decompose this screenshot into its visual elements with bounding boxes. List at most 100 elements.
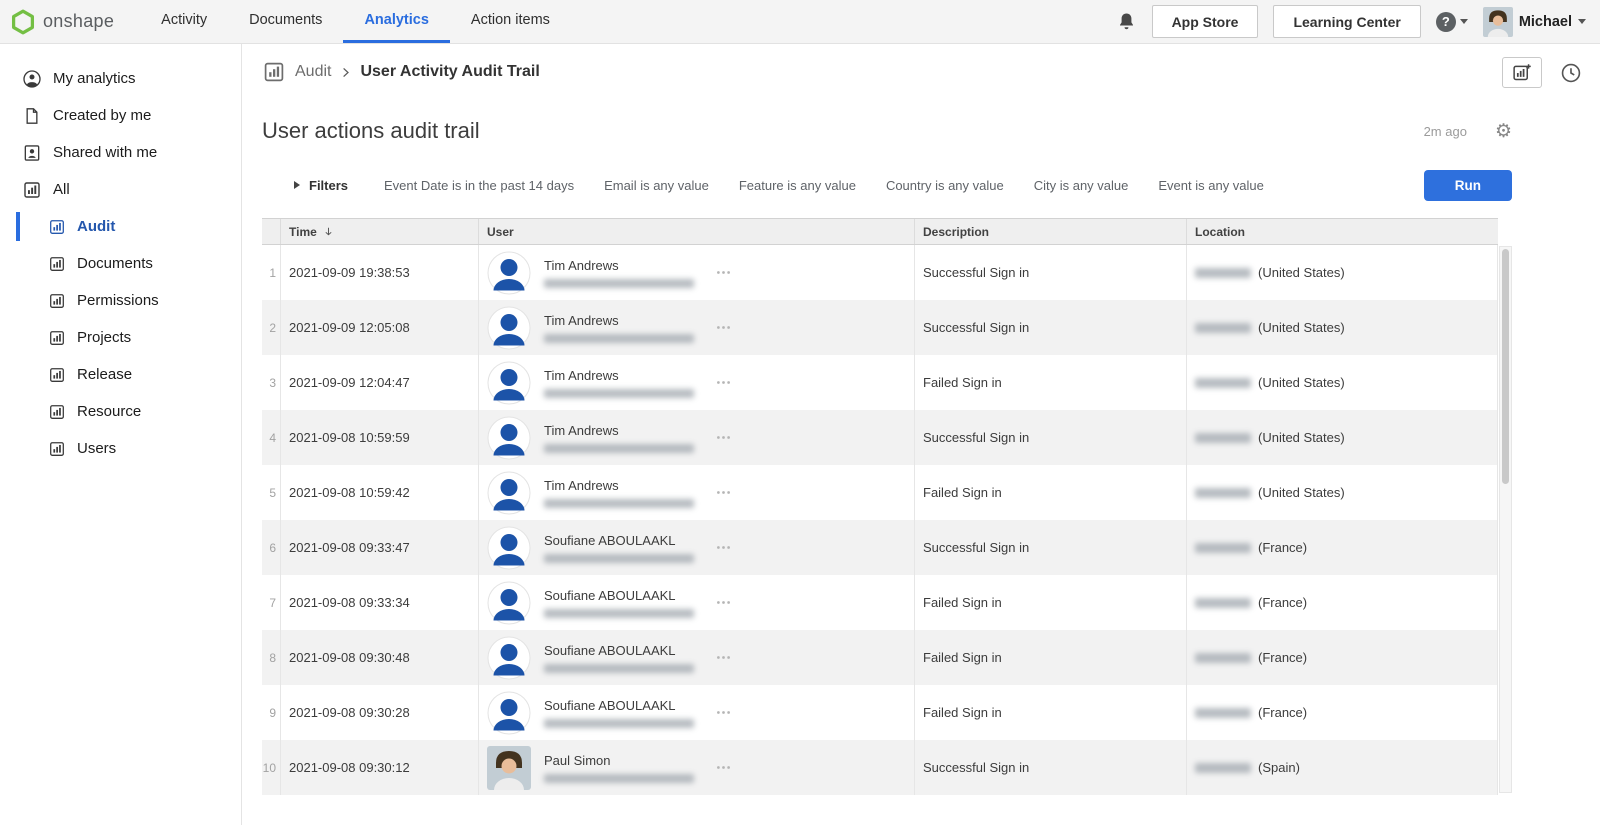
breadcrumb-actions [1502, 57, 1582, 88]
user-name: Soufiane ABOULAAKL [544, 533, 694, 548]
analytics-chart-icon [22, 180, 42, 200]
onshape-logo[interactable]: onshape [10, 9, 114, 35]
sidebar-item-all[interactable]: All [0, 171, 241, 208]
redacted-city [1195, 268, 1251, 278]
scrollbar-thumb[interactable] [1502, 249, 1509, 484]
redacted-city [1195, 708, 1251, 718]
row-number: 5 [262, 465, 280, 520]
cell-description: Failed Sign in [914, 630, 1186, 685]
table-row[interactable]: 3 2021-09-09 12:04:47 Tim Andrews Failed… [262, 355, 1498, 410]
more-options-icon[interactable] [715, 539, 732, 556]
cell-location: (United States) [1186, 355, 1498, 410]
sidebar-item-release[interactable]: Release [0, 356, 241, 393]
cell-description: Failed Sign in [914, 465, 1186, 520]
redacted-email [544, 609, 694, 618]
redacted-city [1195, 653, 1251, 663]
table-scrollbar[interactable] [1499, 246, 1512, 793]
row-number: 7 [262, 575, 280, 630]
column-time[interactable]: Time [280, 219, 478, 244]
help-menu[interactable]: ? [1436, 12, 1468, 32]
sidebar-item-created-by-me[interactable]: Created by me [0, 97, 241, 134]
learning-center-button[interactable]: Learning Center [1273, 5, 1420, 38]
nav-analytics[interactable]: Analytics [343, 0, 449, 43]
table-row[interactable]: 7 2021-09-08 09:33:34 Soufiane ABOULAAKL… [262, 575, 1498, 630]
breadcrumb-parent[interactable]: Audit [295, 63, 331, 81]
more-options-icon[interactable] [715, 429, 732, 446]
more-options-icon[interactable] [715, 374, 732, 391]
table-header: Time User Description Location [262, 218, 1498, 245]
history-clock-icon[interactable] [1559, 61, 1582, 84]
chevron-down-icon [1578, 19, 1586, 24]
user-name: Tim Andrews [544, 368, 694, 383]
nav-activity[interactable]: Activity [140, 0, 228, 43]
more-options-icon[interactable] [715, 649, 732, 666]
cell-time: 2021-09-08 09:33:34 [280, 575, 478, 630]
user-name: Tim Andrews [544, 478, 694, 493]
nav-documents[interactable]: Documents [228, 0, 343, 43]
location-country: (France) [1258, 650, 1307, 665]
breadcrumb-current: User Activity Audit Trail [360, 63, 539, 81]
more-options-icon[interactable] [715, 594, 732, 611]
filter-email[interactable]: Email is any value [604, 178, 709, 193]
user-menu[interactable]: Michael [1483, 7, 1586, 37]
more-options-icon[interactable] [715, 264, 732, 281]
sidebar-item-audit[interactable]: Audit [0, 208, 241, 245]
notifications-bell-icon[interactable] [1116, 11, 1137, 32]
table-row[interactable]: 5 2021-09-08 10:59:42 Tim Andrews Failed… [262, 465, 1498, 520]
sidebar-item-documents[interactable]: Documents [0, 245, 241, 282]
user-avatar [487, 361, 531, 405]
user-meta: Soufiane ABOULAAKL [544, 698, 694, 728]
redacted-city [1195, 488, 1251, 498]
column-location[interactable]: Location [1186, 219, 1498, 244]
cell-location: (France) [1186, 685, 1498, 740]
sidebar-item-projects[interactable]: Projects [0, 319, 241, 356]
filter-country[interactable]: Country is any value [886, 178, 1004, 193]
sidebar-item-resource[interactable]: Resource [0, 393, 241, 430]
cell-user: Soufiane ABOULAAKL [478, 575, 914, 630]
app-store-button[interactable]: App Store [1152, 5, 1259, 38]
filter-event-date[interactable]: Event Date is in the past 14 days [384, 178, 574, 193]
table-row[interactable]: 8 2021-09-08 09:30:48 Soufiane ABOULAAKL… [262, 630, 1498, 685]
nav-action-items[interactable]: Action items [450, 0, 571, 43]
gear-icon[interactable]: ⚙ [1495, 122, 1512, 141]
more-options-icon[interactable] [715, 759, 732, 776]
chevron-right-icon [338, 65, 353, 80]
column-user[interactable]: User [478, 219, 914, 244]
column-description[interactable]: Description [914, 219, 1186, 244]
filter-feature[interactable]: Feature is any value [739, 178, 856, 193]
cell-location: (United States) [1186, 465, 1498, 520]
table-row[interactable]: 9 2021-09-08 09:30:28 Soufiane ABOULAAKL… [262, 685, 1498, 740]
sidebar-item-shared-with-me[interactable]: Shared with me [0, 134, 241, 171]
more-options-icon[interactable] [715, 484, 732, 501]
redacted-email [544, 334, 694, 343]
sidebar-item-my-analytics[interactable]: My analytics [0, 60, 241, 97]
location-country: (United States) [1258, 265, 1345, 280]
column-label: Location [1195, 225, 1245, 239]
analytics-chart-icon [48, 403, 66, 421]
person-circle-icon [22, 69, 42, 89]
redacted-city [1195, 433, 1251, 443]
user-meta: Paul Simon [544, 753, 694, 783]
sidebar-item-users[interactable]: Users [0, 430, 241, 467]
table-row[interactable]: 6 2021-09-08 09:33:47 Soufiane ABOULAAKL… [262, 520, 1498, 575]
username-label: Michael [1519, 14, 1572, 30]
user-avatar [487, 251, 531, 295]
main-nav: Activity Documents Analytics Action item… [140, 0, 571, 43]
column-label: Time [289, 225, 317, 239]
run-button[interactable]: Run [1424, 170, 1512, 201]
table-row[interactable]: 10 2021-09-08 09:30:12 Paul Simon Succes… [262, 740, 1498, 795]
more-options-icon[interactable] [715, 704, 732, 721]
table-row[interactable]: 4 2021-09-08 10:59:59 Tim Andrews Succes… [262, 410, 1498, 465]
user-name: Paul Simon [544, 753, 694, 768]
add-dashboard-button[interactable] [1502, 57, 1542, 88]
filter-city[interactable]: City is any value [1034, 178, 1129, 193]
filter-event[interactable]: Event is any value [1158, 178, 1264, 193]
sidebar-item-permissions[interactable]: Permissions [0, 282, 241, 319]
more-options-icon[interactable] [715, 319, 732, 336]
sidebar-item-label: All [53, 181, 70, 198]
cell-location: (France) [1186, 630, 1498, 685]
user-meta: Tim Andrews [544, 313, 694, 343]
filters-toggle[interactable]: Filters [294, 178, 348, 193]
table-row[interactable]: 2 2021-09-09 12:05:08 Tim Andrews Succes… [262, 300, 1498, 355]
table-row[interactable]: 1 2021-09-09 19:38:53 Tim Andrews Succes… [262, 245, 1498, 300]
